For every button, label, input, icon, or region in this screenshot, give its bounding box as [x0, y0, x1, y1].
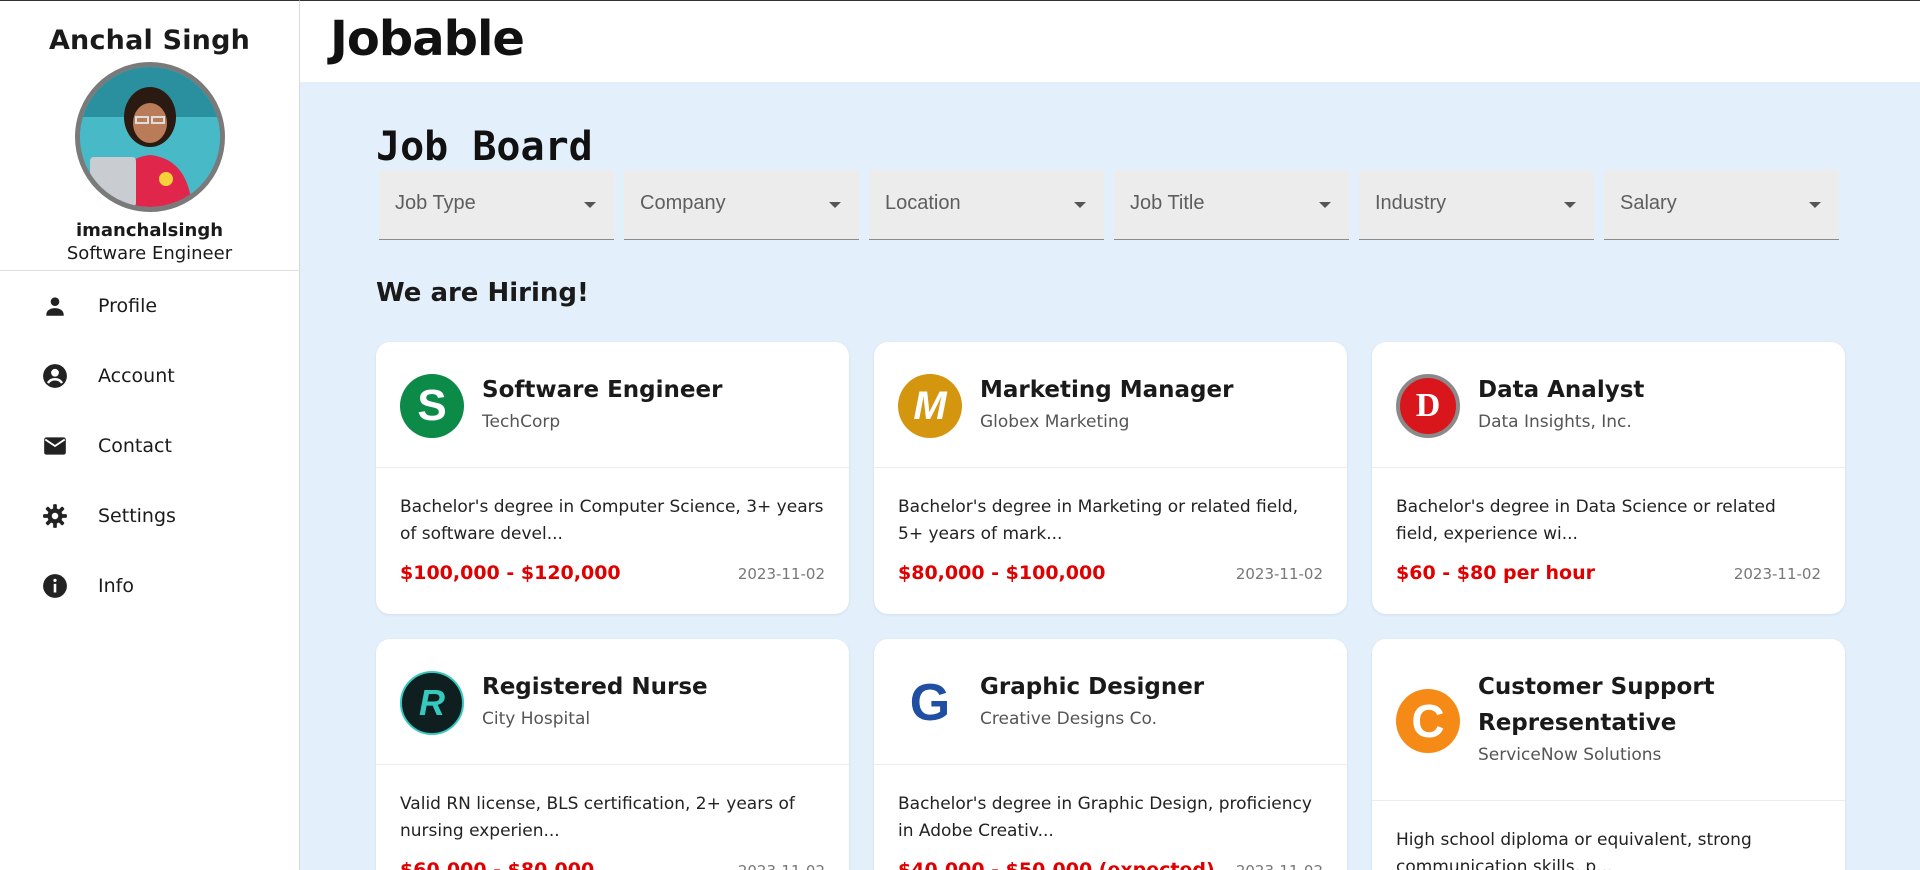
sidebar-item-label: Settings [98, 505, 176, 527]
company-logo-icon: C [1396, 689, 1460, 753]
filter-label: Location [885, 192, 961, 214]
top-header: Jobable [300, 0, 1920, 82]
sidebar-item-label: Info [98, 575, 134, 597]
sidebar-item-label: Account [98, 365, 175, 387]
company-name: City Hospital [482, 709, 591, 729]
company-name: Creative Designs Co. [980, 709, 1158, 729]
company-logo-icon: M [898, 374, 962, 438]
sidebar-item-label: Contact [98, 435, 172, 457]
company-name: Data Insights, Inc. [1478, 412, 1632, 432]
user-role: Software Engineer [66, 243, 233, 264]
company-name: ServiceNow Solutions [1478, 745, 1662, 765]
sidebar-item-settings[interactable]: Settings [0, 481, 299, 551]
chevron-down-icon [584, 202, 596, 208]
job-card[interactable]: G Graphic Designer Creative Designs Co. … [874, 639, 1347, 870]
filter-location[interactable]: Location [869, 170, 1104, 240]
salary: $60,000 - $80,000 [400, 859, 595, 870]
page-title: Job Board [376, 124, 593, 170]
section-title: We are Hiring! [376, 278, 589, 308]
company-logo-icon: D [1396, 374, 1460, 438]
salary: $60 - $80 per hour [1396, 562, 1595, 584]
filter-industry[interactable]: Industry [1359, 170, 1594, 240]
company-name: Globex Marketing [980, 412, 1130, 432]
gear-icon [40, 501, 70, 531]
filter-label: Industry [1375, 192, 1447, 214]
filter-job-title[interactable]: Job Title [1114, 170, 1349, 240]
filter-label: Job Type [395, 192, 476, 214]
username: imanchalsingh [75, 220, 224, 241]
logo-letter: S [417, 381, 447, 430]
job-card[interactable]: D Data Analyst Data Insights, Inc. Bache… [1372, 342, 1845, 614]
salary: $80,000 - $100,000 [898, 562, 1106, 584]
posted-date: 2023-11-02 [737, 565, 825, 583]
sidebar-item-info[interactable]: Info [0, 551, 299, 621]
avatar-image [79, 67, 220, 207]
chevron-down-icon [1319, 202, 1331, 208]
job-description: Valid RN license, BLS certification, 2+ … [400, 794, 795, 841]
avatar[interactable] [74, 62, 225, 212]
account-circle-icon [40, 361, 70, 391]
company-name: TechCorp [482, 412, 561, 432]
person-icon [40, 291, 70, 321]
job-title[interactable]: Registered Nurse [482, 669, 708, 705]
job-title[interactable]: Marketing Manager [980, 372, 1233, 408]
chevron-down-icon [1809, 202, 1821, 208]
job-title[interactable]: Data Analyst [1478, 372, 1644, 408]
company-logo-icon: S [400, 374, 464, 438]
info-icon [40, 571, 70, 601]
logo-letter: G [909, 674, 951, 732]
job-title[interactable]: Graphic Designer [980, 669, 1204, 705]
posted-date: 2023-11-02 [1235, 565, 1323, 583]
job-card-grid: S Software Engineer TechCorp Bachelor's … [376, 342, 1846, 870]
posted-date: 2023-11-02 [738, 862, 825, 870]
filter-salary[interactable]: Salary [1604, 170, 1839, 240]
posted-date: 2023-11-02 [1733, 565, 1821, 583]
logo-letter: D [1415, 387, 1441, 424]
salary: $100,000 - $120,000 [400, 562, 621, 584]
filter-job-type[interactable]: Job Type [379, 170, 614, 240]
mail-icon [40, 431, 70, 461]
user-full-name: Anchal Singh [48, 25, 251, 56]
job-card[interactable]: S Software Engineer TechCorp Bachelor's … [376, 342, 849, 614]
filter-bar: Job Type Company Location Job Title Indu… [379, 170, 1839, 240]
sidebar-item-profile[interactable]: Profile [0, 271, 299, 341]
sidebar-item-contact[interactable]: Contact [0, 411, 299, 481]
logo-letter: M [913, 383, 947, 428]
filter-label: Job Title [1130, 192, 1205, 214]
company-logo-icon: G [898, 671, 962, 735]
salary: $40,000 - $50,000 (expected) [898, 859, 1215, 870]
logo-letter: R [419, 682, 445, 723]
chevron-down-icon [1074, 202, 1086, 208]
sidebar-nav: Profile Account Contact Settings Info [0, 271, 299, 621]
filter-label: Salary [1620, 192, 1677, 214]
job-description: Bachelor's degree in Graphic Design, pro… [898, 794, 1312, 841]
brand-logo-text[interactable]: Jobable [330, 11, 525, 67]
posted-date: 2023-11-02 [1236, 862, 1323, 870]
main-content: Job Board Job Type Company Location Job … [300, 82, 1920, 870]
filter-label: Company [640, 192, 726, 214]
job-card[interactable]: M Marketing Manager Globex Marketing Bac… [874, 342, 1347, 614]
chevron-down-icon [829, 202, 841, 208]
sidebar-item-label: Profile [98, 295, 158, 317]
job-card[interactable]: R Registered Nurse City Hospital Valid R… [376, 639, 849, 870]
job-card[interactable]: C Customer Support Representative Servic… [1372, 639, 1845, 870]
sidebar: Anchal Singh imanchalsingh Software Engi… [0, 0, 300, 870]
job-description: High school diploma or equivalent, stron… [1396, 830, 1752, 870]
sidebar-item-account[interactable]: Account [0, 341, 299, 411]
job-title[interactable]: Customer Support Representative [1478, 669, 1821, 741]
filter-company[interactable]: Company [624, 170, 859, 240]
logo-letter: C [1411, 695, 1445, 747]
chevron-down-icon [1564, 202, 1576, 208]
job-description: Bachelor's degree in Marketing or relate… [898, 497, 1299, 544]
company-logo-icon: R [400, 671, 464, 735]
job-title[interactable]: Software Engineer [482, 372, 722, 408]
job-description: Bachelor's degree in Computer Science, 3… [400, 497, 824, 544]
job-description: Bachelor's degree in Data Science or rel… [1396, 497, 1776, 544]
